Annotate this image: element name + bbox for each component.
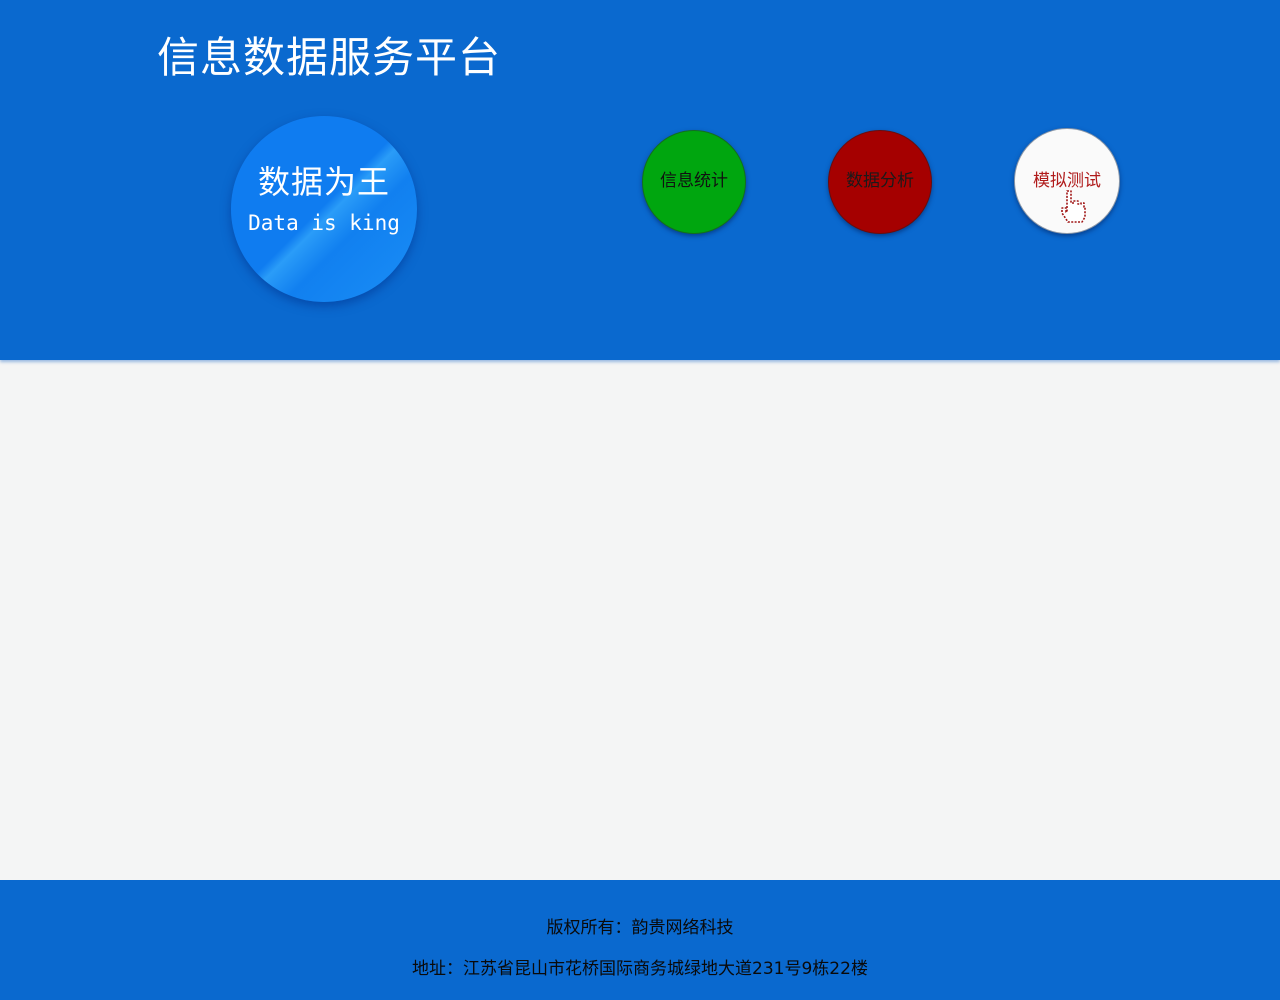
hand-pointer-icon [1061, 190, 1086, 223]
data-is-king-badge: 数据为王 Data is king [231, 116, 417, 302]
nav-info-statistics-button[interactable]: 信息统计 [642, 130, 746, 234]
nav-data-analysis-button[interactable]: 数据分析 [828, 130, 932, 234]
footer-address: 地址：江苏省昆山市花桥国际商务城绿地大道231号9栋22楼 [412, 959, 868, 979]
footer-copyright: 版权所有：韵贵网络科技 [546, 918, 734, 938]
site-title: 信息数据服务平台 [157, 33, 502, 82]
nav-info-statistics-label: 信息统计 [660, 171, 728, 191]
nav-simulation-test-button[interactable]: 模拟测试 [1014, 128, 1120, 234]
nav-data-analysis-label: 数据分析 [846, 171, 914, 191]
site-header: 信息数据服务平台 数据为王 Data is king 信息统计 数据分析 模拟测… [0, 0, 1280, 360]
badge-subtitle: Data is king [248, 211, 400, 235]
site-footer: 版权所有：韵贵网络科技 地址：江苏省昆山市花桥国际商务城绿地大道231号9栋22… [0, 880, 1280, 1000]
badge-title: 数据为王 [257, 163, 390, 201]
